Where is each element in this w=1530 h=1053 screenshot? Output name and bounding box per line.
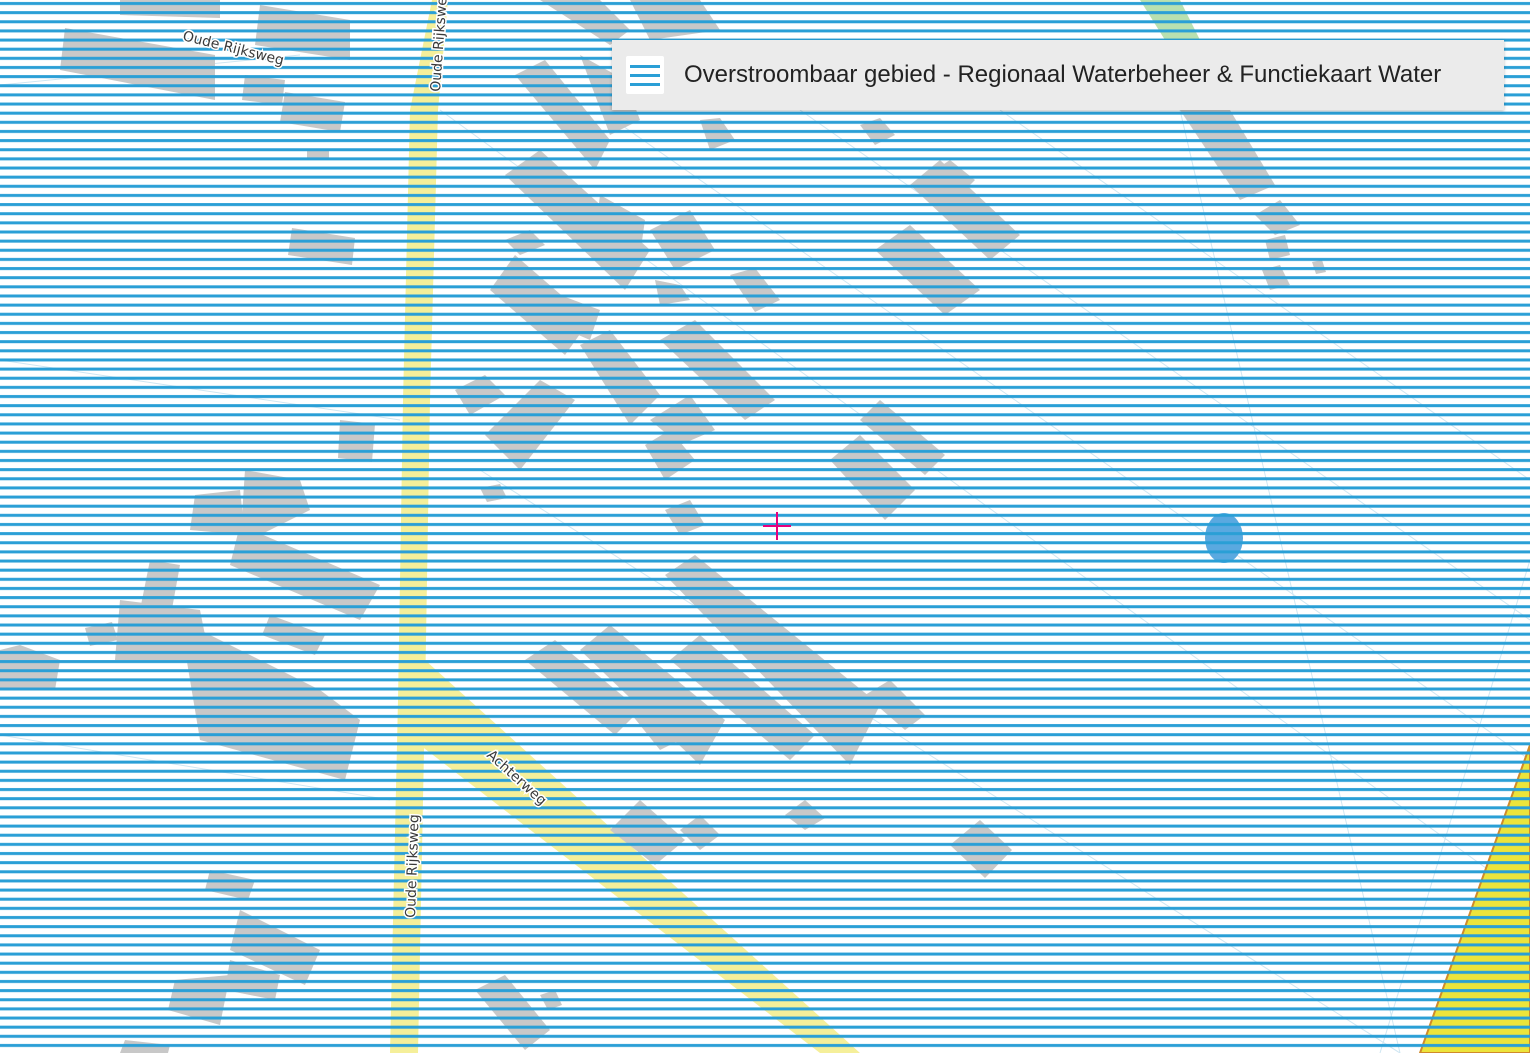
map-viewport[interactable]: Oude Rijksweg Oude Rijksweg Oude Rijkswe… (0, 0, 1530, 1053)
crosshair-icon (763, 512, 791, 540)
hamburger-menu-icon[interactable] (626, 56, 664, 94)
layer-legend-bar: Overstroombaar gebied - Regionaal Waterb… (612, 40, 1504, 110)
layer-title: Overstroombaar gebied - Regionaal Waterb… (684, 61, 1442, 88)
